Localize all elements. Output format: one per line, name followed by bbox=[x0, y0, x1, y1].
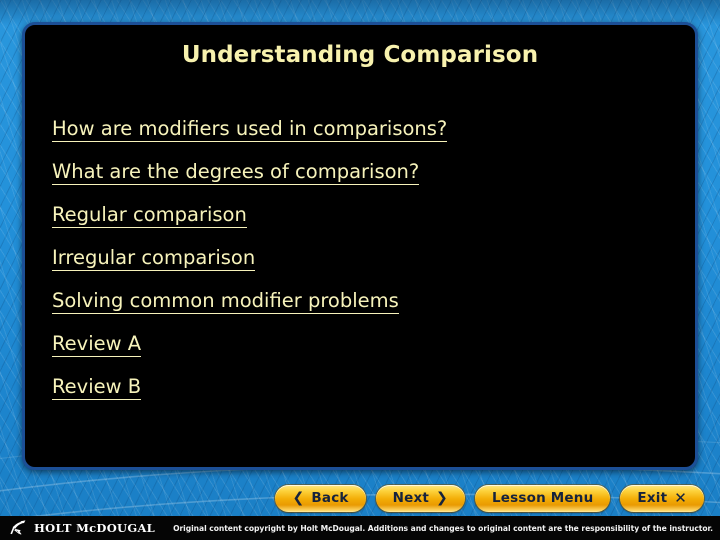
exit-button-label: Exit bbox=[637, 490, 668, 506]
lesson-menu-button-label: Lesson Menu bbox=[491, 490, 594, 506]
holt-mcdougal-pegasus-icon bbox=[7, 520, 29, 536]
next-button-label: Next bbox=[392, 490, 430, 506]
list-item: Review B bbox=[52, 367, 675, 410]
lesson-link-degrees-of-comparison[interactable]: What are the degrees of comparison? bbox=[52, 161, 420, 185]
list-item: Solving common modifier problems bbox=[52, 281, 675, 324]
lesson-link-review-b[interactable]: Review B bbox=[52, 376, 142, 400]
lesson-menu-button[interactable]: Lesson Menu bbox=[474, 484, 611, 512]
list-item: What are the degrees of comparison? bbox=[52, 152, 675, 195]
slide-content-card: Understanding Comparison How are modifie… bbox=[22, 22, 698, 470]
back-button-label: Back bbox=[311, 490, 349, 506]
lesson-link-regular-comparison[interactable]: Regular comparison bbox=[52, 204, 247, 228]
copyright-notice: Original content copyright by Holt McDou… bbox=[173, 523, 713, 533]
chevron-left-icon: ❮ bbox=[292, 490, 305, 506]
slide-stage: Understanding Comparison How are modifie… bbox=[0, 0, 720, 540]
list-item: Irregular comparison bbox=[52, 238, 675, 281]
lesson-link-irregular-comparison[interactable]: Irregular comparison bbox=[52, 247, 256, 271]
lesson-link-review-a[interactable]: Review A bbox=[52, 333, 142, 357]
page-title: Understanding Comparison bbox=[181, 42, 539, 68]
list-item: How are modifiers used in comparisons? bbox=[52, 109, 675, 152]
footer-bar: HOLT McDOUGAL Original content copyright… bbox=[0, 516, 720, 540]
list-item: Regular comparison bbox=[52, 195, 675, 238]
chevron-right-icon: ❯ bbox=[436, 490, 448, 506]
lesson-link-list: How are modifiers used in comparisons? W… bbox=[52, 109, 675, 410]
brand-name: HOLT McDOUGAL bbox=[34, 521, 156, 535]
next-button[interactable]: Next ❯ bbox=[375, 484, 465, 512]
navigation-bar: ❮ Back Next ❯ Lesson Menu Exit ✕ bbox=[0, 483, 720, 513]
exit-button[interactable]: Exit ✕ bbox=[620, 484, 704, 512]
close-x-icon: ✕ bbox=[674, 488, 687, 507]
lesson-link-solving-modifier-problems[interactable]: Solving common modifier problems bbox=[52, 290, 399, 314]
lesson-link-how-modifiers-used[interactable]: How are modifiers used in comparisons? bbox=[52, 118, 448, 142]
list-item: Review A bbox=[52, 324, 675, 367]
back-button[interactable]: ❮ Back bbox=[275, 484, 366, 512]
